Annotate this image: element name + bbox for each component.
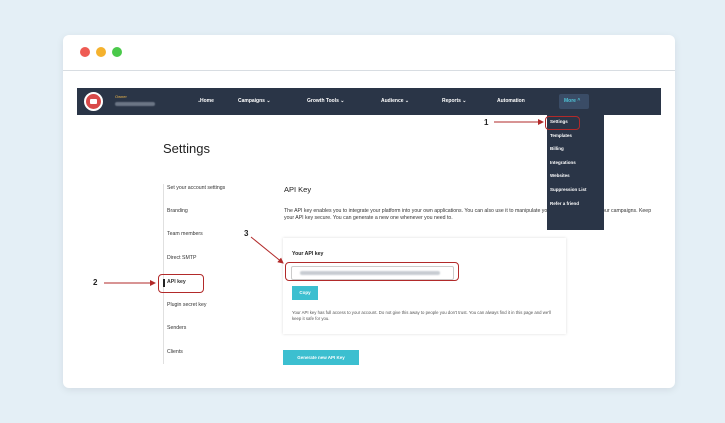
arrow-3 xyxy=(250,236,284,264)
annotation-arrows xyxy=(104,119,544,286)
